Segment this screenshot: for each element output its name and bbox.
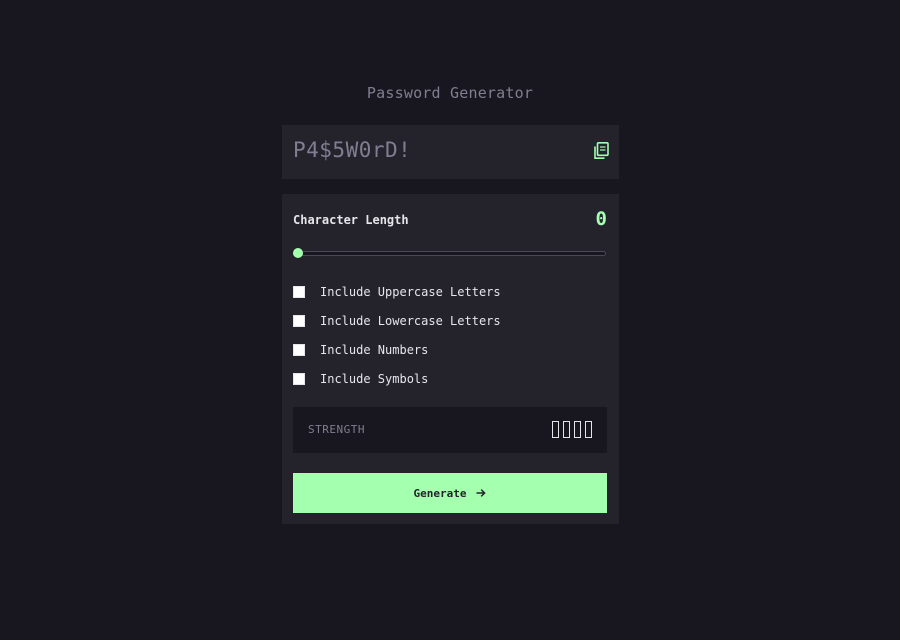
uppercase-checkbox[interactable] [293, 286, 305, 298]
character-length-value: 0 [595, 208, 607, 230]
symbols-checkbox[interactable] [293, 373, 305, 385]
settings-panel: Character Length 0 Include Uppercase Let… [282, 194, 619, 524]
lowercase-checkbox[interactable] [293, 315, 305, 327]
option-uppercase[interactable]: Include Uppercase Letters [293, 285, 501, 299]
strength-bar [574, 421, 581, 438]
option-symbols[interactable]: Include Symbols [293, 372, 428, 386]
generate-label: Generate [413, 486, 467, 500]
character-length-label: Character Length [293, 213, 409, 227]
strength-meter: STRENGTH [293, 407, 607, 453]
length-slider-thumb[interactable] [293, 248, 303, 258]
numbers-checkbox[interactable] [293, 344, 305, 356]
generate-button[interactable]: Generate [293, 473, 607, 513]
strength-bar [585, 421, 592, 438]
strength-bar [552, 421, 559, 438]
lowercase-label: Include Lowercase Letters [320, 314, 501, 328]
page-title: Password Generator [366, 84, 534, 102]
strength-bar [563, 421, 570, 438]
option-lowercase[interactable]: Include Lowercase Letters [293, 314, 501, 328]
app-root: Password Generator P4$5W0rD! Character L… [0, 0, 900, 640]
strength-label: STRENGTH [308, 423, 365, 436]
length-slider[interactable] [293, 251, 606, 256]
numbers-label: Include Numbers [320, 343, 429, 357]
option-numbers[interactable]: Include Numbers [293, 343, 428, 357]
strength-bars [552, 421, 592, 438]
password-text: P4$5W0rD! [293, 138, 412, 162]
symbols-label: Include Symbols [320, 372, 429, 386]
uppercase-label: Include Uppercase Letters [320, 285, 501, 299]
copy-icon[interactable] [593, 142, 609, 160]
password-display: P4$5W0rD! [282, 125, 619, 179]
arrow-right-icon [476, 489, 487, 497]
